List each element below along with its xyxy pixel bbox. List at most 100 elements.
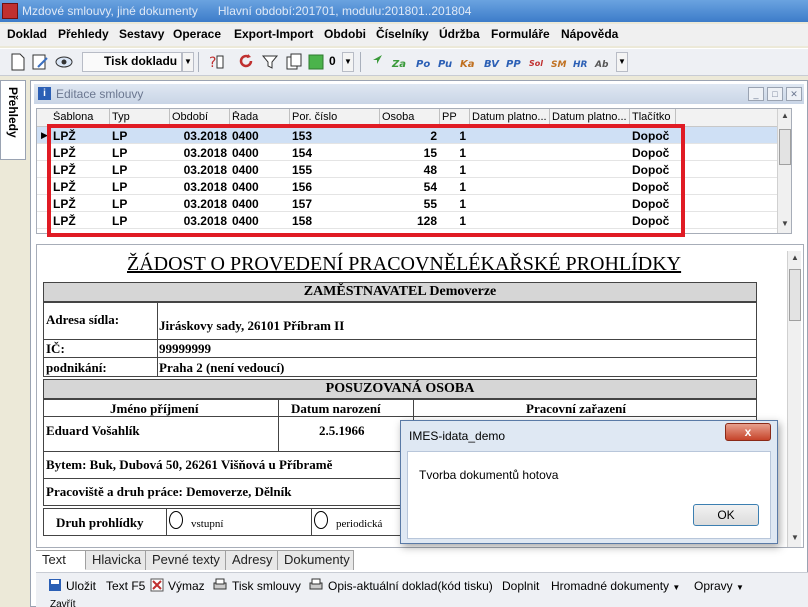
- dialog-close-button[interactable]: x: [725, 423, 771, 441]
- toolbar-separator: [360, 52, 361, 72]
- menu-obdobi[interactable]: Obdobi: [324, 27, 366, 41]
- col-header-por-cislo[interactable]: Por. číslo: [292, 111, 377, 123]
- bulk-documents-menu[interactable]: Hromadné dokumenty ▼: [551, 579, 680, 593]
- doc-scroll-thumb[interactable]: [789, 269, 801, 321]
- text-f5-button[interactable]: Text F5: [106, 579, 145, 593]
- tool-sol-icon[interactable]: Sol: [528, 52, 548, 72]
- col-header-pp[interactable]: PP: [442, 111, 470, 123]
- overviews-side-tab[interactable]: Přehledy: [0, 80, 26, 160]
- bottom-action-bar: Uložit Text F5 Výmaz Tisk smlouvy Opis-a…: [36, 572, 808, 607]
- delete-button[interactable]: Výmaz: [168, 579, 205, 593]
- tool-po-icon[interactable]: Po: [414, 52, 434, 72]
- tab-text[interactable]: Text: [36, 550, 86, 570]
- subwindow-title: Editace smlouvy: [56, 87, 144, 101]
- periodic-option-circle[interactable]: [314, 511, 328, 529]
- tool-green-arrow-icon[interactable]: [366, 52, 386, 72]
- maximize-button[interactable]: □: [767, 87, 783, 101]
- tool-za-icon[interactable]: Za: [390, 52, 410, 72]
- refresh-icon[interactable]: [236, 52, 256, 72]
- grid-vertical-scrollbar[interactable]: ▲ ▼: [777, 109, 791, 233]
- new-document-icon[interactable]: [8, 52, 28, 72]
- dialog-ok-button[interactable]: OK: [693, 504, 759, 526]
- tab-dokumenty[interactable]: Dokumenty: [278, 550, 354, 570]
- subwindow-info-icon: i: [38, 87, 51, 100]
- view-icon[interactable]: [54, 52, 74, 72]
- tool-pu-icon[interactable]: Pu: [436, 52, 456, 72]
- menu-prehledy[interactable]: Přehledy: [58, 27, 109, 41]
- business-label-cell: podnikání:: [43, 357, 158, 377]
- menu-sestavy[interactable]: Sestavy: [119, 27, 164, 41]
- col-header-datum-platnosti-do[interactable]: Datum platno...: [552, 111, 628, 123]
- tools-dropdown-arrow[interactable]: ▼: [616, 52, 628, 72]
- bulk-documents-label: Hromadné dokumenty: [551, 579, 670, 593]
- tool-sm-icon[interactable]: SM: [550, 52, 570, 72]
- menu-udrzba[interactable]: Údržba: [439, 27, 480, 41]
- tool-hr-icon[interactable]: HR: [572, 52, 592, 72]
- col-header-obdobi[interactable]: Období: [172, 111, 227, 123]
- business-value-cell: Praha 2 (není vedoucí): [157, 357, 757, 377]
- svg-text:Ka: Ka: [460, 59, 475, 70]
- menu-bar: Doklad Přehledy Sestavy Operace Export-I…: [0, 24, 808, 46]
- help-icon[interactable]: ?: [206, 52, 226, 72]
- employer-section-header: ZAMĚSTNAVATEL Demoverze: [43, 282, 757, 302]
- tool-ka-icon[interactable]: Ka: [458, 52, 478, 72]
- copy-print-button[interactable]: Opis-aktuální doklad(kód tisku): [328, 579, 493, 593]
- app-icon: [2, 3, 18, 19]
- svg-text:Sol: Sol: [529, 59, 543, 68]
- print-contract-button[interactable]: Tisk smlouvy: [232, 579, 301, 593]
- document-heading: ŽÁDOST O PROVEDENÍ PRACOVNĚLÉKAŘSKÉ PROH…: [127, 253, 682, 275]
- svg-text:PP: PP: [506, 59, 521, 70]
- filter-icon[interactable]: [260, 52, 280, 72]
- subwindow-titlebar: i Editace smlouvy _ □ ✕: [34, 84, 804, 104]
- counter-dropdown-arrow[interactable]: ▼: [342, 52, 354, 72]
- save-button[interactable]: Uložit: [66, 579, 96, 593]
- close-window-button[interactable]: Zavřít: [50, 599, 76, 607]
- menu-ciselniky[interactable]: Číselníky: [376, 27, 429, 41]
- minimize-button[interactable]: _: [748, 87, 764, 101]
- tool-pp-icon[interactable]: PP: [504, 52, 524, 72]
- scroll-down-arrow[interactable]: ▼: [779, 217, 791, 231]
- menu-napoveda[interactable]: Nápověda: [561, 27, 618, 41]
- business-value: Praha 2 (není vedoucí): [159, 360, 285, 375]
- exam-type-label: Druh prohlídky: [56, 515, 144, 530]
- periodic-option-label: periodická: [336, 518, 383, 530]
- col-header-typ[interactable]: Typ: [112, 111, 167, 123]
- period-info: Hlavní období:201701, modulu:201801..201…: [217, 4, 472, 18]
- col-header-rada[interactable]: Řada: [232, 111, 287, 123]
- col-header-sablona[interactable]: Šablona: [53, 111, 108, 123]
- close-button[interactable]: ✕: [786, 87, 802, 101]
- tool-bv-icon[interactable]: BV: [482, 52, 502, 72]
- copy-icon[interactable]: [284, 52, 304, 72]
- tab-pevne-texty[interactable]: Pevné texty: [146, 550, 226, 570]
- scroll-up-arrow[interactable]: ▲: [779, 109, 791, 123]
- document-vertical-scrollbar[interactable]: ▲ ▼: [787, 251, 801, 547]
- tab-hlavicka[interactable]: Hlavicka: [86, 550, 146, 570]
- highlight-box: [47, 124, 685, 237]
- overviews-side-tab-label: Přehledy: [6, 87, 20, 138]
- add-button[interactable]: Doplnit: [502, 579, 539, 593]
- tool-ab-icon[interactable]: Ab: [594, 52, 614, 72]
- address-value: Jiráskovy sady, 26101 Příbram II: [159, 318, 345, 333]
- menu-doklad[interactable]: Doklad: [7, 27, 47, 41]
- person-section-header: POSUZOVANÁ OSOBA: [43, 379, 757, 399]
- print-dropdown-arrow[interactable]: ▼: [182, 52, 194, 72]
- tab-adresy[interactable]: Adresy: [226, 550, 278, 570]
- menu-export-import[interactable]: Export-Import: [234, 27, 313, 41]
- edit-document-icon[interactable]: [30, 52, 50, 72]
- residence-text: Bytem: Buk, Dubová 50, 26261 Višňová u P…: [46, 457, 333, 472]
- grid-scroll-thumb[interactable]: [779, 129, 791, 165]
- svg-text:HR: HR: [573, 60, 588, 70]
- svg-text:Za: Za: [391, 59, 406, 70]
- doc-scroll-down-arrow[interactable]: ▼: [789, 531, 801, 545]
- col-header-osoba[interactable]: Osoba: [382, 111, 437, 123]
- green-status-icon[interactable]: [306, 52, 326, 72]
- doc-scroll-up-arrow[interactable]: ▲: [789, 251, 801, 265]
- col-header-datum-platnosti-od[interactable]: Datum platno...: [472, 111, 548, 123]
- menu-formulare[interactable]: Formuláře: [491, 27, 550, 41]
- menu-operace[interactable]: Operace: [173, 27, 221, 41]
- col-header-tlacitko[interactable]: Tlačítko: [632, 111, 674, 123]
- entry-option-circle[interactable]: [169, 511, 183, 529]
- info-dialog: IMES-idata_demo x Tvorba dokumentů hotov…: [400, 420, 778, 544]
- fixes-menu[interactable]: Opravy ▼: [694, 579, 744, 593]
- address-value-cell: Jiráskovy sady, 26101 Příbram II: [157, 302, 757, 340]
